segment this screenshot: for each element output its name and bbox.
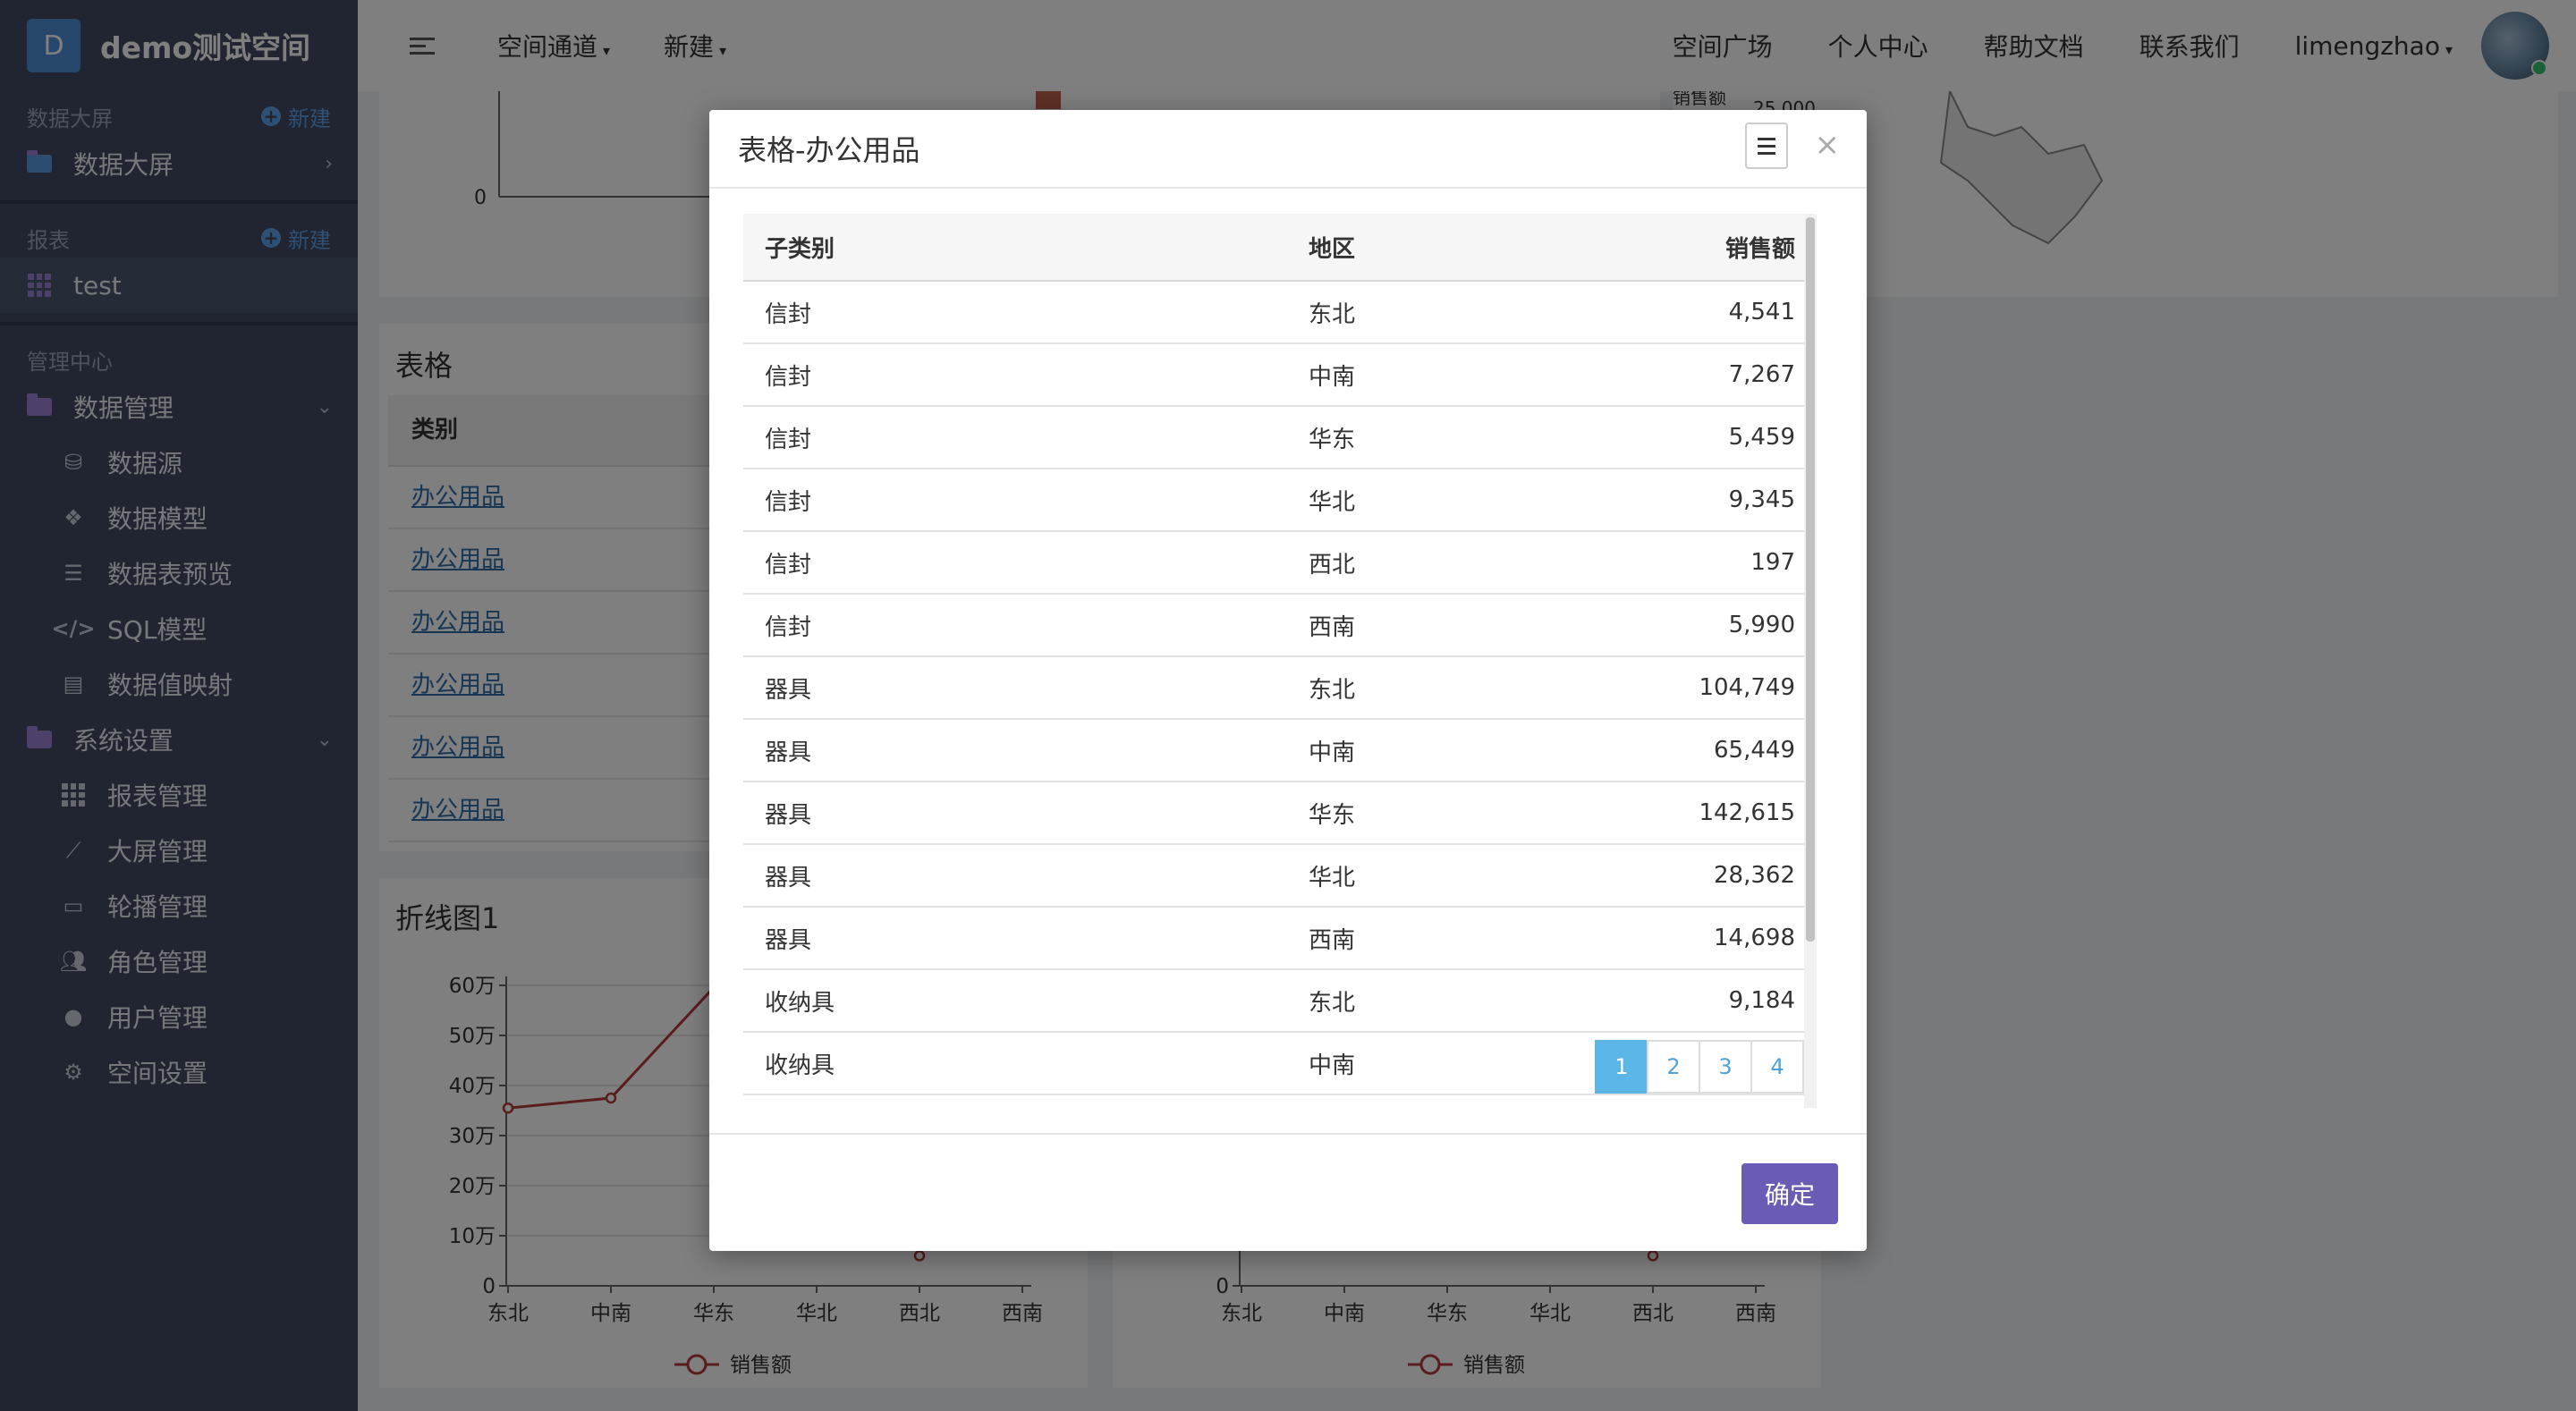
table-row: 信封 华东 5,459 bbox=[743, 406, 1817, 469]
cell-subcategory: 器具 bbox=[743, 782, 1287, 845]
cell-region: 华东 bbox=[1287, 782, 1491, 845]
cell-region: 中南 bbox=[1287, 1032, 1491, 1095]
table-row: 器具 东北 104,749 bbox=[743, 656, 1817, 720]
cell-region: 华北 bbox=[1287, 469, 1491, 532]
cell-sales: 9,184 bbox=[1491, 969, 1817, 1033]
column-header-subcategory[interactable]: 子类别 bbox=[743, 214, 1287, 282]
modal-title: 表格-办公用品 bbox=[738, 133, 920, 167]
cell-region: 华东 bbox=[1287, 406, 1491, 469]
column-header-region[interactable]: 地区 bbox=[1287, 214, 1491, 282]
modal-header: 表格-办公用品 × bbox=[709, 110, 1867, 189]
page-button-1[interactable]: 1 bbox=[1595, 1040, 1648, 1094]
table-row: 收纳具 东北 9,184 bbox=[743, 969, 1817, 1033]
cell-subcategory: 收纳具 bbox=[743, 1032, 1287, 1095]
scrollbar-thumb[interactable] bbox=[1806, 217, 1815, 942]
cell-subcategory: 信封 bbox=[743, 594, 1287, 657]
cell-subcategory: 器具 bbox=[743, 719, 1287, 782]
detail-table: 子类别 地区 销售额 信封 东北 4,541 信封 中南 7,267 信封 华东 5,459 信封… bbox=[743, 214, 1817, 1095]
cell-subcategory: 器具 bbox=[743, 907, 1287, 970]
cell-subcategory: 器具 bbox=[743, 656, 1287, 720]
table-row: 器具 中南 65,449 bbox=[743, 719, 1817, 782]
page-button-4[interactable]: 4 bbox=[1750, 1040, 1804, 1094]
table-row: 信封 中南 7,267 bbox=[743, 343, 1817, 407]
cell-sales: 104,749 bbox=[1491, 656, 1817, 720]
cell-subcategory: 器具 bbox=[743, 844, 1287, 908]
cell-subcategory: 信封 bbox=[743, 281, 1287, 344]
cell-region: 西南 bbox=[1287, 907, 1491, 970]
table-row: 信封 西南 5,990 bbox=[743, 594, 1817, 657]
cell-subcategory: 信封 bbox=[743, 531, 1287, 595]
cell-region: 西北 bbox=[1287, 531, 1491, 595]
table-row: 信封 西北 197 bbox=[743, 531, 1817, 595]
table-row: 信封 华北 9,345 bbox=[743, 469, 1817, 532]
table-row: 器具 华东 142,615 bbox=[743, 782, 1817, 845]
table-row: 信封 东北 4,541 bbox=[743, 281, 1817, 344]
page-button-3[interactable]: 3 bbox=[1699, 1040, 1752, 1094]
cell-subcategory: 信封 bbox=[743, 406, 1287, 469]
cell-sales: 65,449 bbox=[1491, 719, 1817, 782]
close-icon[interactable]: × bbox=[1815, 130, 1841, 160]
table-detail-modal: 表格-办公用品 × 子类别 地区 销售额 信封 东北 4,541 信封 中南 7,267 信… bbox=[709, 110, 1867, 1251]
modal-body[interactable]: 子类别 地区 销售额 信封 东北 4,541 信封 中南 7,267 信封 华东 5,459 信封… bbox=[743, 214, 1817, 1108]
table-row: 器具 西南 14,698 bbox=[743, 907, 1817, 970]
cell-sales: 9,345 bbox=[1491, 469, 1817, 532]
cell-sales: 5,459 bbox=[1491, 406, 1817, 469]
page-button-2[interactable]: 2 bbox=[1647, 1040, 1700, 1094]
cell-sales: 5,990 bbox=[1491, 594, 1817, 657]
cell-sales: 28,362 bbox=[1491, 844, 1817, 908]
table-row: 器具 华北 28,362 bbox=[743, 844, 1817, 908]
cell-region: 中南 bbox=[1287, 343, 1491, 407]
modal-menu-button[interactable] bbox=[1745, 123, 1788, 169]
cell-sales: 7,267 bbox=[1491, 343, 1817, 407]
pagination: 1234 bbox=[1595, 1040, 1804, 1094]
cell-region: 东北 bbox=[1287, 281, 1491, 344]
column-header-sales[interactable]: 销售额 bbox=[1491, 214, 1817, 282]
cell-region: 华北 bbox=[1287, 844, 1491, 908]
detail-table-body: 信封 东北 4,541 信封 中南 7,267 信封 华东 5,459 信封 华北 9,345 信封 西北… bbox=[743, 281, 1817, 1095]
cell-subcategory: 收纳具 bbox=[743, 969, 1287, 1033]
cell-subcategory: 信封 bbox=[743, 469, 1287, 532]
cell-sales: 197 bbox=[1491, 531, 1817, 595]
cell-region: 东北 bbox=[1287, 969, 1491, 1033]
cell-subcategory: 信封 bbox=[743, 343, 1287, 407]
cell-sales: 4,541 bbox=[1491, 281, 1817, 344]
cell-region: 西南 bbox=[1287, 594, 1491, 657]
confirm-button[interactable]: 确定 bbox=[1741, 1163, 1838, 1224]
cell-sales: 14,698 bbox=[1491, 907, 1817, 970]
cell-region: 东北 bbox=[1287, 656, 1491, 720]
scrollbar[interactable] bbox=[1804, 214, 1817, 1108]
table-header-row: 子类别 地区 销售额 bbox=[743, 214, 1817, 282]
modal-footer: 确定 bbox=[709, 1133, 1867, 1251]
cell-sales: 142,615 bbox=[1491, 782, 1817, 845]
cell-region: 中南 bbox=[1287, 719, 1491, 782]
